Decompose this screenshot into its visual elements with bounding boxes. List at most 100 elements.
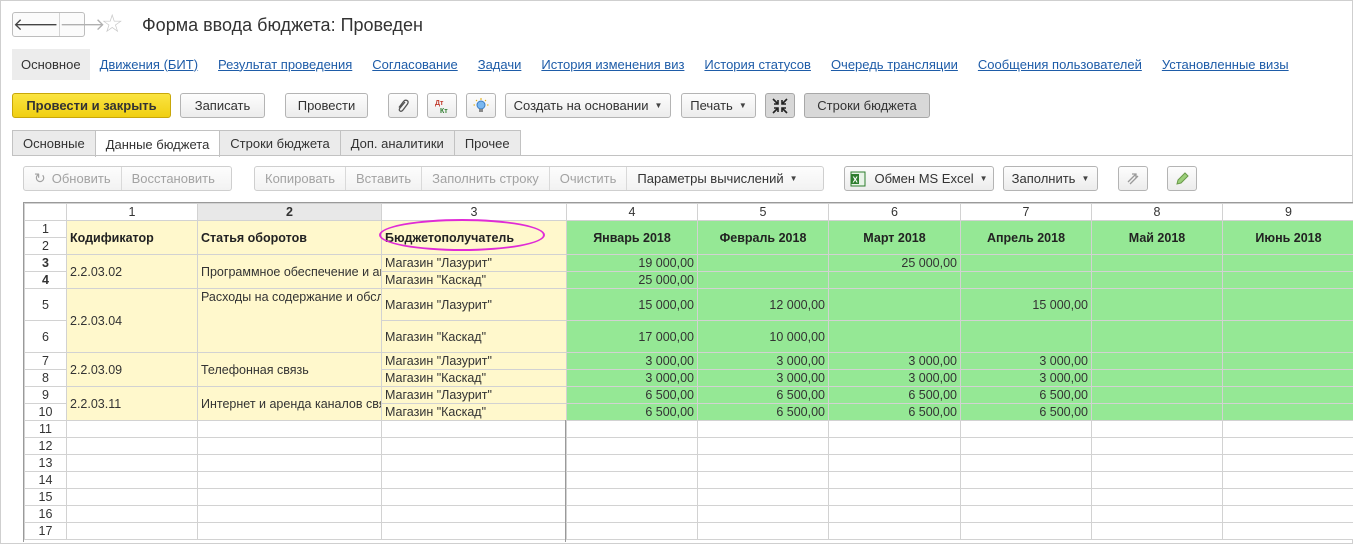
value-cell[interactable] bbox=[1222, 320, 1353, 353]
codifier-cell[interactable]: 2.2.03.04 bbox=[66, 288, 198, 353]
save-button[interactable]: Записать bbox=[180, 93, 265, 118]
hint-button[interactable] bbox=[466, 93, 496, 118]
value-cell[interactable]: 3 000,00 bbox=[697, 352, 829, 370]
value-cell[interactable] bbox=[960, 271, 1092, 289]
link-posting-result[interactable]: Результат проведения bbox=[218, 57, 352, 72]
value-cell[interactable]: 25 000,00 bbox=[566, 271, 698, 289]
tab-budget-rows[interactable]: Строки бюджета bbox=[219, 130, 341, 156]
recipient-cell[interactable]: Магазин "Каскад" bbox=[381, 403, 567, 421]
value-cell[interactable] bbox=[697, 271, 829, 289]
excel-exchange-button[interactable]: X Обмен MS Excel ▼ bbox=[844, 166, 994, 191]
value-cell[interactable]: 6 500,00 bbox=[566, 403, 698, 421]
value-cell[interactable]: 19 000,00 bbox=[566, 254, 698, 272]
empty-row[interactable]: 14 bbox=[24, 471, 1353, 489]
value-cell[interactable]: 3 000,00 bbox=[960, 352, 1092, 370]
calc-params-button[interactable]: Параметры вычислений ▼ bbox=[626, 167, 807, 190]
codifier-cell[interactable]: 2.2.03.02 bbox=[66, 254, 198, 289]
value-cell[interactable]: 6 500,00 bbox=[960, 386, 1092, 404]
value-cell[interactable]: 25 000,00 bbox=[828, 254, 961, 272]
budget-grid[interactable]: 1 2 3 4 5 6 7 8 9 1 Кодификатор Статья о… bbox=[23, 202, 1353, 542]
value-cell[interactable] bbox=[1222, 403, 1353, 421]
value-cell[interactable] bbox=[960, 254, 1092, 272]
article-cell[interactable]: Телефонная связь bbox=[197, 352, 382, 387]
paste-button[interactable]: Вставить bbox=[345, 167, 421, 190]
value-cell[interactable]: 3 000,00 bbox=[828, 352, 961, 370]
value-cell[interactable]: 6 500,00 bbox=[697, 386, 829, 404]
forward-arrow-icon[interactable]: 🡒 bbox=[58, 13, 105, 36]
link-user-messages[interactable]: Сообщения пользователей bbox=[978, 57, 1142, 72]
table-row[interactable]: 3 2.2.03.02 Программное обеспечение и ав… bbox=[24, 254, 1353, 289]
value-cell[interactable]: 15 000,00 bbox=[960, 288, 1092, 321]
edit-button[interactable] bbox=[1167, 166, 1197, 191]
article-cell[interactable]: Расходы на содержание и обслуживание выч… bbox=[197, 288, 382, 353]
print-button[interactable]: Печать ▼ bbox=[681, 93, 756, 118]
value-cell[interactable] bbox=[828, 288, 961, 321]
link-translation-queue[interactable]: Очередь трансляции bbox=[831, 57, 958, 72]
value-cell[interactable]: 6 500,00 bbox=[828, 386, 961, 404]
recipient-cell[interactable]: Магазин "Лазурит" bbox=[381, 288, 567, 321]
value-cell[interactable]: 3 000,00 bbox=[828, 369, 961, 387]
value-cell[interactable] bbox=[1091, 403, 1223, 421]
tab-budget-data[interactable]: Данные бюджета bbox=[94, 130, 221, 157]
value-cell[interactable] bbox=[828, 320, 961, 353]
link-approval[interactable]: Согласование bbox=[372, 57, 457, 72]
empty-row[interactable]: 12 bbox=[24, 437, 1353, 455]
value-cell[interactable]: 12 000,00 bbox=[697, 288, 829, 321]
value-cell[interactable] bbox=[1222, 369, 1353, 387]
codifier-cell[interactable]: 2.2.03.09 bbox=[66, 352, 198, 387]
link-movements[interactable]: Движения (БИТ) bbox=[100, 57, 198, 72]
post-button[interactable]: Провести bbox=[285, 93, 368, 118]
recipient-cell[interactable]: Магазин "Каскад" bbox=[381, 271, 567, 289]
empty-row[interactable]: 16 bbox=[24, 505, 1353, 523]
tab-extra-analytics[interactable]: Доп. аналитики bbox=[339, 130, 455, 156]
refresh-button[interactable]: ↻ Обновить bbox=[24, 167, 121, 190]
value-cell[interactable]: 10 000,00 bbox=[697, 320, 829, 353]
tab-main[interactable]: Основные bbox=[12, 130, 96, 156]
value-cell[interactable]: 6 500,00 bbox=[697, 403, 829, 421]
create-based-on-button[interactable]: Создать на основании ▼ bbox=[505, 93, 671, 118]
value-cell[interactable] bbox=[1222, 288, 1353, 321]
empty-row[interactable]: 15 bbox=[24, 488, 1353, 506]
value-cell[interactable]: 3 000,00 bbox=[697, 369, 829, 387]
value-cell[interactable]: 6 500,00 bbox=[828, 403, 961, 421]
value-cell[interactable]: 6 500,00 bbox=[960, 403, 1092, 421]
value-cell[interactable] bbox=[697, 254, 829, 272]
tab-other[interactable]: Прочее bbox=[453, 130, 521, 156]
value-cell[interactable] bbox=[1222, 254, 1353, 272]
post-and-close-button[interactable]: Провести и закрыть bbox=[12, 93, 171, 118]
budget-rows-toggle-button[interactable]: Строки бюджета bbox=[804, 93, 930, 118]
recipient-cell[interactable]: Магазин "Каскад" bbox=[381, 369, 567, 387]
value-cell[interactable] bbox=[1091, 352, 1223, 370]
recipient-cell[interactable]: Магазин "Лазурит" bbox=[381, 254, 567, 272]
recipient-cell[interactable]: Магазин "Лазурит" bbox=[381, 352, 567, 370]
recipient-cell[interactable]: Магазин "Каскад" bbox=[381, 320, 567, 353]
value-cell[interactable] bbox=[1222, 271, 1353, 289]
collapse-button[interactable] bbox=[765, 93, 795, 118]
favorite-star-icon[interactable]: ☆ bbox=[101, 9, 123, 39]
empty-row[interactable]: 13 bbox=[24, 454, 1353, 472]
attachment-button[interactable] bbox=[388, 93, 418, 118]
value-cell[interactable]: 17 000,00 bbox=[566, 320, 698, 353]
link-tasks[interactable]: Задачи bbox=[478, 57, 522, 72]
value-cell[interactable]: 6 500,00 bbox=[566, 386, 698, 404]
clear-button[interactable]: Очистить bbox=[548, 167, 627, 190]
value-cell[interactable] bbox=[960, 320, 1092, 353]
value-cell[interactable] bbox=[1091, 288, 1223, 321]
value-cell[interactable] bbox=[1091, 271, 1223, 289]
value-cell[interactable]: 3 000,00 bbox=[566, 352, 698, 370]
link-status-history[interactable]: История статусов bbox=[704, 57, 811, 72]
codifier-cell[interactable]: 2.2.03.11 bbox=[66, 386, 198, 421]
value-cell[interactable]: 3 000,00 bbox=[960, 369, 1092, 387]
fill-row-button[interactable]: Заполнить строку bbox=[421, 167, 549, 190]
dt-kt-button[interactable]: Дт Кт bbox=[427, 93, 457, 118]
table-row[interactable]: 7 2.2.03.09 Телефонная связь Магазин "Ла… bbox=[24, 352, 1353, 387]
back-arrow-icon[interactable]: 🡐 bbox=[13, 13, 59, 36]
article-cell[interactable]: Программное обеспечение и автоматизация bbox=[197, 254, 382, 289]
table-row[interactable]: 9 2.2.03.11 Интернет и аренда каналов св… bbox=[24, 386, 1353, 421]
article-cell[interactable]: Интернет и аренда каналов связи bbox=[197, 386, 382, 421]
table-row[interactable]: 5 2.2.03.04 Расходы на содержание и обсл… bbox=[24, 288, 1353, 353]
copy-button[interactable]: Копировать bbox=[255, 167, 345, 190]
recipient-cell[interactable]: Магазин "Лазурит" bbox=[381, 386, 567, 404]
fill-button[interactable]: Заполнить ▼ bbox=[1003, 166, 1098, 191]
link-visa-history[interactable]: История изменения виз bbox=[541, 57, 684, 72]
